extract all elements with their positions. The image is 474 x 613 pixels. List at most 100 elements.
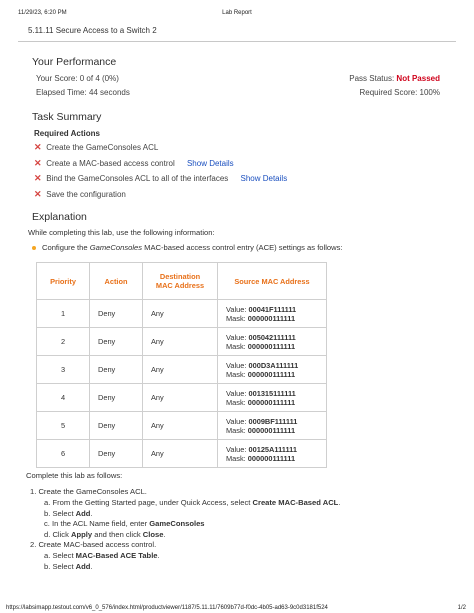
step-1-title: 1. Create the GameConsoles ACL. xyxy=(30,487,147,496)
fail-x-icon: ✕ xyxy=(34,142,42,152)
source-value: 00125A111111 xyxy=(248,444,297,454)
action-text: Bind the GameConsoles ACL to all of the … xyxy=(46,174,229,183)
table-row: 2 Deny Any Value: 005042111111 Mask: 0000001… xyxy=(36,327,327,356)
ace-bullet: Configure the GameConsoles MAC-based acc… xyxy=(32,243,440,252)
task-summary-heading: Task Summary xyxy=(32,111,102,123)
report-content: Your Performance Your Score: 0 of 4 (0%)… xyxy=(28,56,440,468)
cell-destination-mac: Any xyxy=(142,383,218,412)
source-value-line: Value: 00041F111111 xyxy=(226,305,318,314)
header-destination-mac: Destination MAC Address xyxy=(142,262,218,300)
action-item: ✕ Create the GameConsoles ACL xyxy=(32,142,440,158)
source-mask-line: Mask: 000000111111 xyxy=(226,454,318,463)
time-row: Elapsed Time: 44 seconds Required Score:… xyxy=(32,88,440,102)
elapsed-value: 44 seconds xyxy=(88,88,130,97)
step-2-title: 2. Create MAC-based access control. xyxy=(30,540,157,549)
required-actions-title: Required Actions xyxy=(34,129,100,138)
source-mask: 000000111111 xyxy=(247,369,296,379)
table-row: 5 Deny Any Value: 0009BF111111 Mask: 0000001… xyxy=(36,411,327,440)
pass-status: Pass Status: Not Passed xyxy=(349,74,440,83)
cell-priority: 5 xyxy=(36,411,90,440)
step-1a: a. From the Getting Started page, under … xyxy=(44,498,444,507)
ace-table: Priority Action Destination MAC Address … xyxy=(36,262,327,468)
table-row: 3 Deny Any Value: 000D3A111111 Mask: 0000001… xyxy=(36,355,327,384)
cell-priority: 3 xyxy=(36,355,90,384)
step-bold: Add xyxy=(75,561,91,571)
step-text: a. From the Getting Started page, under … xyxy=(44,498,253,507)
source-value: 001315111111 xyxy=(248,388,296,398)
step-1b: b. Select Add. xyxy=(44,509,444,518)
table-row: 4 Deny Any Value: 001315111111 Mask: 0000001… xyxy=(36,383,327,412)
source-mask-line: Mask: 000000111111 xyxy=(226,314,318,323)
cell-destination-mac: Any xyxy=(142,355,218,384)
source-value: 005042111111 xyxy=(248,332,296,342)
cell-destination-mac: Any xyxy=(142,411,218,440)
value-label: Value: xyxy=(226,360,247,370)
cell-action: Deny xyxy=(89,299,143,328)
fail-x-icon: ✕ xyxy=(34,188,42,199)
cell-action: Deny xyxy=(89,439,143,468)
mask-label: Mask: xyxy=(226,425,246,435)
bullet-text-italic: GameConsoles xyxy=(89,243,143,252)
cell-destination-mac: Any xyxy=(142,327,218,356)
cell-priority: 1 xyxy=(36,299,90,328)
step-text: d. Click xyxy=(44,529,72,539)
print-title: Lab Report xyxy=(222,10,252,16)
action-item: ✕ Save the configuration xyxy=(32,189,440,205)
value-label: Value: xyxy=(226,444,247,454)
step-text: . xyxy=(338,498,341,507)
value-label: Value: xyxy=(226,416,247,426)
action-text: Save the configuration xyxy=(46,189,126,199)
cell-destination-mac: Any xyxy=(142,299,218,328)
cell-priority: 2 xyxy=(36,327,90,356)
explanation-heading: Explanation xyxy=(32,211,87,223)
elapsed-label: Elapsed Time: xyxy=(36,88,87,97)
step-2a: a. Select MAC-Based ACE Table. xyxy=(44,551,444,560)
step-text: c. In the ACL Name field, enter xyxy=(44,519,150,528)
source-value-line: Value: 0009BF111111 xyxy=(226,417,318,426)
explanation-intro: While completing this lab, use the follo… xyxy=(28,228,215,237)
cell-source-mac: Value: 00125A111111 Mask: 000000111111 xyxy=(217,439,327,468)
source-value-line: Value: 005042111111 xyxy=(226,333,318,342)
cell-source-mac: Value: 001315111111 Mask: 000000111111 xyxy=(217,383,327,412)
step-bold: GameConsoles xyxy=(149,519,205,528)
pass-status-value: Not Passed xyxy=(396,74,440,83)
source-mask-line: Mask: 000000111111 xyxy=(226,342,318,351)
header-priority: Priority xyxy=(36,262,90,300)
fail-x-icon: ✕ xyxy=(34,173,42,183)
table-row: 1 Deny Any Value: 00041F111111 Mask: 0000001… xyxy=(36,299,327,328)
ace-table-header: Priority Action Destination MAC Address … xyxy=(36,262,327,300)
step-text: and then click xyxy=(92,529,143,539)
source-mask: 000000111111 xyxy=(247,453,296,463)
step-2b: b. Select Add. xyxy=(44,562,444,571)
score: Your Score: 0 of 4 (0%) xyxy=(36,74,119,83)
required-score: Required Score: 100% xyxy=(359,88,440,97)
mask-label: Mask: xyxy=(226,453,246,463)
source-value-line: Value: 000D3A111111 xyxy=(226,361,318,370)
lab-steps: Complete this lab as follows: 1. Create … xyxy=(26,471,444,572)
required-score-value: 100% xyxy=(419,88,440,97)
step-text: b. Select xyxy=(44,508,76,518)
source-mask-line: Mask: 000000111111 xyxy=(226,426,318,435)
source-mask: 000000111111 xyxy=(247,425,296,435)
fail-x-icon: ✕ xyxy=(34,157,42,168)
step-bold: Create MAC-Based ACL xyxy=(252,498,339,507)
value-label: Value: xyxy=(226,304,247,314)
score-value: 0 of 4 (0%) xyxy=(79,74,119,83)
cell-destination-mac: Any xyxy=(142,439,218,468)
action-item: ✕ Create a MAC-based access control Show… xyxy=(32,158,440,174)
table-row: 6 Deny Any Value: 00125A111111 Mask: 0000001… xyxy=(36,439,327,468)
header-divider xyxy=(18,41,456,42)
header-action: Action xyxy=(89,262,143,300)
elapsed-time: Elapsed Time: 44 seconds xyxy=(36,88,130,97)
source-value-line: Value: 001315111111 xyxy=(226,389,318,398)
complete-intro: Complete this lab as follows: xyxy=(26,471,123,480)
show-details-link[interactable]: Show Details xyxy=(241,174,288,183)
performance-heading: Your Performance xyxy=(32,56,117,68)
source-value: 000D3A111111 xyxy=(248,360,299,370)
mask-label: Mask: xyxy=(226,341,246,351)
lab-title: 5.11.11 Secure Access to a Switch 2 xyxy=(28,26,157,35)
show-details-link[interactable]: Show Details xyxy=(187,159,234,168)
source-value: 00041F111111 xyxy=(248,304,297,314)
action-item: ✕ Bind the GameConsoles ACL to all of th… xyxy=(32,173,440,189)
action-text: Create the GameConsoles ACL xyxy=(46,143,159,152)
